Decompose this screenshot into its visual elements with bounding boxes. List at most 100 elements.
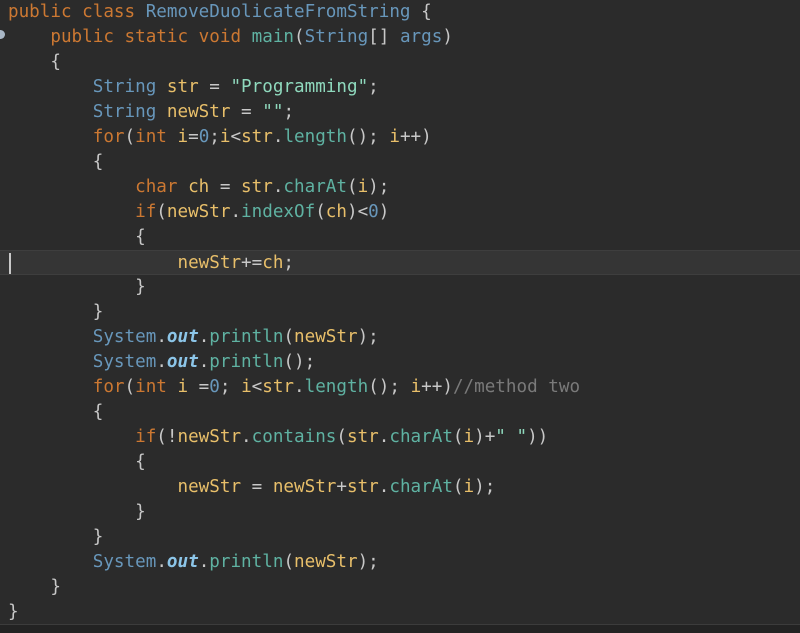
code-line-text: {	[8, 150, 104, 175]
code-token: .	[156, 552, 167, 572]
code-token: contains	[251, 427, 337, 447]
code-token: .	[156, 327, 167, 347]
code-token: ();	[368, 377, 411, 397]
code-token: .	[198, 352, 210, 372]
code-line[interactable]: {	[0, 400, 800, 425]
code-token: (	[283, 552, 295, 572]
code-token: }	[8, 527, 104, 547]
code-token: )	[442, 27, 453, 47]
code-token: out	[166, 327, 199, 347]
code-token: .	[378, 427, 390, 447]
code-token: ();	[283, 352, 316, 372]
code-line[interactable]: newStr = newStr+str.charAt(i);	[0, 475, 800, 500]
code-token: int	[135, 377, 178, 397]
code-token: i	[177, 377, 189, 397]
code-line[interactable]: String newStr = "";	[0, 100, 800, 125]
code-token: charAt	[283, 177, 347, 197]
code-token: (	[452, 477, 464, 497]
code-line-text: if(newStr.indexOf(ch)<0)	[8, 200, 389, 225]
code-token: (	[294, 27, 305, 47]
code-token: public static void	[50, 27, 252, 47]
code-token: i	[389, 127, 400, 147]
code-token: str	[262, 377, 295, 397]
code-token: <	[251, 377, 263, 397]
code-token: length	[283, 127, 347, 147]
code-token: {	[8, 52, 61, 72]
code-line[interactable]: public class RemoveDuolicateFromString {	[0, 0, 800, 25]
code-line[interactable]: }	[0, 600, 800, 625]
code-line[interactable]: newStr+=ch;	[0, 250, 800, 275]
code-line[interactable]: }	[0, 500, 800, 525]
code-token: str	[166, 77, 199, 97]
code-token: =	[188, 127, 199, 147]
code-token: .	[272, 127, 284, 147]
code-token: ch	[262, 253, 284, 273]
code-line[interactable]: public static void main(String[] args)	[0, 25, 800, 50]
code-line-text: {	[8, 50, 61, 75]
code-line[interactable]: {	[0, 150, 800, 175]
code-token: =	[230, 102, 263, 122]
code-line-text: if(!newStr.contains(str.charAt(i)+" "))	[8, 425, 548, 450]
code-token: System	[92, 327, 157, 347]
code-token: .	[272, 177, 284, 197]
code-token: public class	[8, 2, 146, 22]
code-token: {	[8, 452, 146, 472]
code-line-text: }	[8, 500, 146, 525]
code-line[interactable]: System.out.println(newStr);	[0, 325, 800, 350]
code-token: (	[124, 127, 136, 147]
code-line[interactable]: }	[0, 275, 800, 300]
code-line[interactable]: if(!newStr.contains(str.charAt(i)+" "))	[0, 425, 800, 450]
code-token: ();	[347, 127, 390, 147]
code-token: );	[368, 177, 390, 197]
code-line-text: {	[8, 225, 146, 250]
code-token: (	[452, 427, 464, 447]
code-line[interactable]: {	[0, 225, 800, 250]
code-line[interactable]: }	[0, 575, 800, 600]
code-token: }	[8, 277, 146, 297]
code-line[interactable]: System.out.println();	[0, 350, 800, 375]
code-line[interactable]: for(int i=0;i<str.length(); i++)	[0, 125, 800, 150]
code-token: =	[209, 177, 242, 197]
code-line[interactable]: char ch = str.charAt(i);	[0, 175, 800, 200]
code-editor[interactable]: public class RemoveDuolicateFromString {…	[0, 0, 800, 633]
code-token: (	[336, 427, 347, 447]
code-token: newStr	[166, 102, 231, 122]
code-token: ))	[527, 427, 549, 447]
code-area[interactable]: public class RemoveDuolicateFromString {…	[0, 0, 800, 625]
code-token: []	[368, 27, 400, 47]
code-line-text: newStr = newStr+str.charAt(i);	[8, 475, 495, 500]
horizontal-scrollbar[interactable]	[0, 624, 800, 633]
code-line-text: }	[8, 275, 146, 300]
code-token: .	[378, 477, 390, 497]
code-token: .	[241, 427, 252, 447]
code-line[interactable]: }	[0, 300, 800, 325]
code-token: newStr	[294, 327, 358, 347]
code-line[interactable]: {	[0, 450, 800, 475]
code-line[interactable]: {	[0, 50, 800, 75]
code-token: i	[463, 477, 475, 497]
code-line[interactable]: System.out.println(newStr);	[0, 550, 800, 575]
code-token: .	[294, 377, 305, 397]
code-line-text: public class RemoveDuolicateFromString {	[8, 0, 432, 25]
code-token: {	[8, 227, 146, 247]
code-line-text: for(int i=0;i<str.length(); i++)	[8, 125, 432, 150]
code-line[interactable]: for(int i =0; i<str.length(); i++)//meth…	[0, 375, 800, 400]
code-token: ;	[283, 102, 295, 122]
code-line[interactable]: }	[0, 525, 800, 550]
code-line-text: }	[8, 575, 61, 600]
code-token: newStr	[294, 552, 358, 572]
code-line-text: newStr+=ch;	[8, 251, 294, 276]
code-token: for	[92, 127, 125, 147]
code-token: .	[198, 552, 210, 572]
code-token: charAt	[389, 427, 453, 447]
code-line[interactable]: String str = "Programming";	[0, 75, 800, 100]
code-line[interactable]: if(newStr.indexOf(ch)<0)	[0, 200, 800, 225]
